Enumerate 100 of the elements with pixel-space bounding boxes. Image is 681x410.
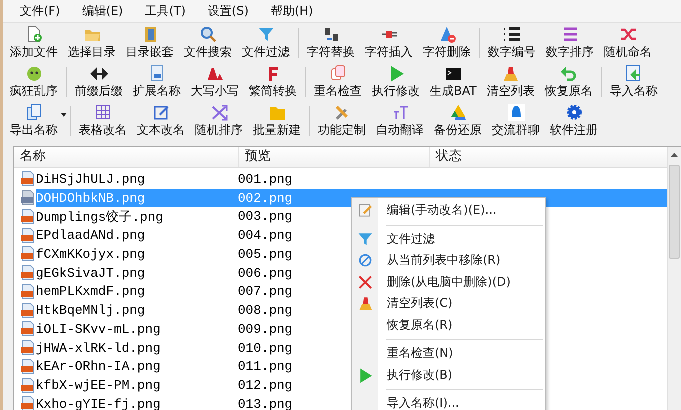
toolbar-button[interactable]: 字符删除 [418, 24, 476, 61]
gear-icon [564, 103, 584, 122]
toolbar-button[interactable]: 字符插入 [360, 24, 418, 61]
scrollbar[interactable] [667, 147, 681, 410]
image-file-icon [20, 190, 36, 206]
triangle-icon [448, 103, 468, 122]
menu-item[interactable]: 帮助(H) [260, 2, 324, 20]
table-cell: 002.png [238, 190, 293, 206]
image-file-icon [20, 378, 36, 394]
image-file-icon [20, 246, 36, 262]
filter-icon [356, 230, 374, 248]
context-menu-item[interactable]: 删除(从电脑中删除)(D) [352, 272, 545, 293]
up-arrow-icon[interactable] [671, 153, 678, 157]
table-cell: 007.png [238, 284, 293, 300]
toolbar-button[interactable]: 功能定制 [313, 102, 371, 139]
toolbar-button[interactable]: 文本改名 [132, 102, 190, 139]
table-cell-text: kfbX-wjEE-PM.png [36, 378, 162, 394]
numbered-list-icon [502, 25, 522, 44]
image-file-icon [20, 284, 36, 300]
toolbar-button[interactable]: 软件注册 [545, 102, 603, 139]
search-icon [198, 25, 218, 44]
image-file-icon [20, 265, 36, 282]
table-cell: 010.png [238, 340, 293, 356]
face-icon [24, 64, 44, 83]
blocked-icon [356, 252, 374, 270]
menu-item[interactable]: 编辑(E) [71, 2, 134, 20]
bell-icon [506, 103, 526, 122]
toolbar-button[interactable]: 文件搜索 [179, 24, 237, 61]
table-cell-text: HtkBqeMNlj.png [36, 303, 146, 318]
crossing-arrows-icon [210, 103, 228, 122]
context-menu-item[interactable]: 编辑(手动改名)(E)... [352, 200, 545, 222]
column-header[interactable]: 状态 [430, 147, 668, 167]
toolbar-button[interactable]: 生成BAT [425, 63, 482, 100]
toolbar-button[interactable]: 恢复原名 [540, 63, 598, 100]
toolbar-button[interactable]: 自动翻译 [371, 102, 429, 139]
table-cell-text: gEGkSivaJT.png [36, 266, 146, 281]
context-menu-item[interactable]: 恢复原名(R) [352, 314, 545, 336]
toolbar-button[interactable]: 大写小写 [186, 63, 244, 100]
toolbar-button[interactable]: 添加文件 [5, 24, 63, 61]
toolbar-button[interactable]: 清空列表 [482, 63, 540, 100]
scrollbar-thumb[interactable] [669, 165, 680, 259]
toolbar-button[interactable]: 目录嵌套 [121, 24, 179, 61]
table-cell: 008.png [238, 303, 293, 318]
toolbar-button[interactable]: 执行修改 [367, 63, 425, 100]
import-icon [624, 64, 644, 83]
toolbar-button[interactable]: 备份还原 [429, 102, 487, 139]
document-pencil-icon [356, 202, 374, 220]
table-cell: 006.png [238, 266, 293, 281]
toolbar-button[interactable]: 数字排序 [541, 24, 599, 61]
image-file-icon [20, 171, 36, 188]
image-file-icon [20, 321, 36, 338]
table-cell-text: iOLI-SKvv-mL.png [36, 322, 162, 337]
context-menu-item[interactable]: 执行修改(B) [352, 364, 545, 386]
image-file-icon [20, 340, 36, 356]
toolbar-button[interactable]: 扩展名称 [128, 63, 186, 100]
context-menu-item[interactable]: 文件过滤 [352, 228, 545, 250]
toolbar-button[interactable]: 数字编号 [483, 24, 541, 61]
toolbar-button[interactable]: 字符替换 [302, 24, 360, 61]
toolbar-button[interactable]: 随机命名 [599, 24, 657, 61]
toolbar-button[interactable]: 重名检查 [309, 63, 367, 100]
grid-icon [94, 103, 112, 122]
table-cell-text: DOHDOhbkNB.png [36, 190, 146, 206]
context-menu-item[interactable]: 重名检查(N) [352, 343, 545, 364]
toolbar-button[interactable]: 随机排序 [190, 102, 248, 139]
table-cell: 005.png [238, 246, 293, 262]
menu-item[interactable]: 设置(S) [196, 2, 260, 20]
table-cell-text: DiHSjJhULJ.png [36, 172, 146, 187]
table-cell: 003.png [238, 209, 293, 224]
broom-icon [501, 64, 520, 83]
toolbar-button[interactable]: 选择目录 [63, 24, 121, 61]
column-header[interactable]: 名称 [14, 147, 239, 167]
table-cell-text: EPdlaadANd.png [36, 228, 146, 244]
table-cell-text: fCXmKKojyx.png [36, 246, 146, 262]
image-file-icon [20, 302, 36, 319]
toolbar-button[interactable]: 疯狂乱序 [5, 63, 63, 100]
context-menu-item[interactable]: 从当前列表中移除(R) [352, 250, 545, 272]
image-file-icon [20, 396, 36, 410]
toolbar-button[interactable]: 批量新建 [248, 102, 306, 139]
table-cell-text: kEAr-ORhn-IA.png [36, 359, 162, 374]
image-file-icon [20, 228, 36, 244]
toolbar-button[interactable]: 导出名称 [5, 102, 63, 139]
context-menu-item[interactable]: 清空列表(C) [352, 293, 545, 314]
menu-item[interactable]: 工具(T) [134, 2, 197, 20]
caret-icon[interactable] [61, 113, 67, 117]
context-menu-item[interactable]: 导入名称(I)... [352, 393, 545, 410]
toolbar-button[interactable]: 繁简转换 [244, 63, 302, 100]
documents-icon [24, 103, 44, 122]
column-header[interactable]: 预览 [239, 147, 430, 167]
table-cell: 001.png [238, 172, 293, 187]
toolbar-button[interactable]: 导入名称 [604, 63, 663, 100]
image-file-icon [20, 208, 36, 225]
toolbar-button[interactable]: 文件过滤 [237, 24, 295, 61]
copy-icon [328, 64, 348, 83]
toolbar-button[interactable]: 表格改名 [74, 102, 132, 139]
close-icon [356, 274, 374, 291]
table-cell-text: jHWA-xlRK-ld.png [36, 340, 162, 356]
menu-item[interactable]: 文件(F) [9, 2, 72, 20]
toolbar-button[interactable]: 交流群聊 [487, 102, 545, 139]
filter-icon [256, 25, 276, 44]
toolbar-button[interactable]: 前缀后缀 [70, 63, 128, 100]
